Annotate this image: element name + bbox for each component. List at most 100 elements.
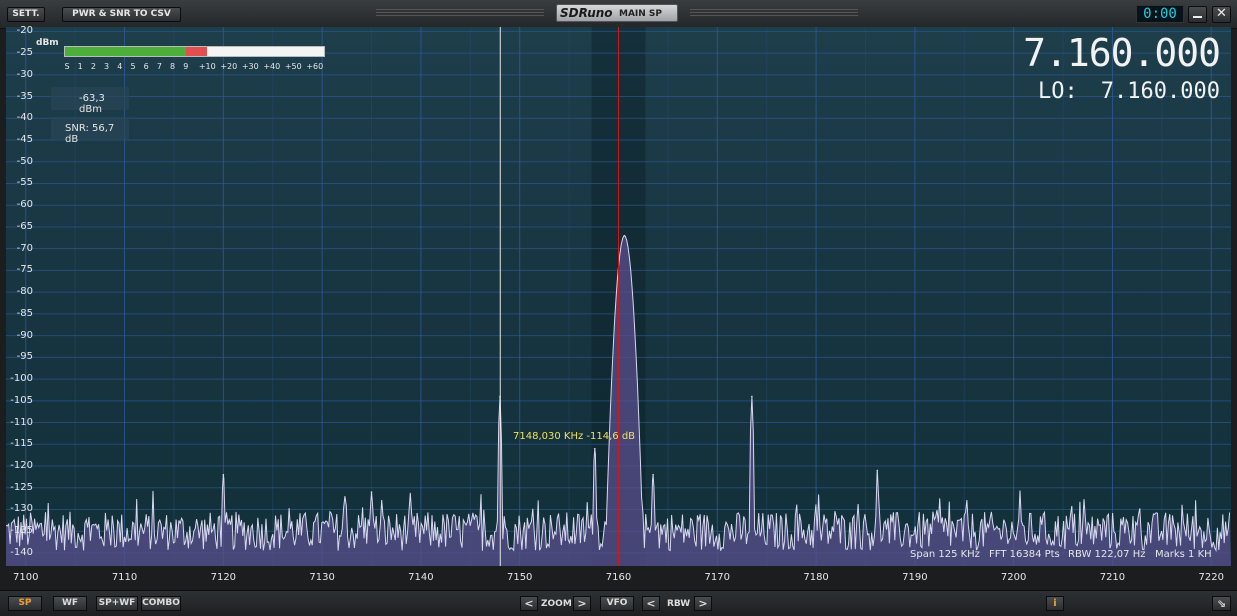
drag-grip-right[interactable] [690,9,858,17]
peak-point [370,491,373,493]
smeter-scale-label: 4 [117,62,123,71]
y-tick-label: -25 [16,47,33,59]
x-tick-label: 7210 [1099,572,1126,583]
y-tick-label: -115 [10,438,33,450]
zoom-label: ZOOM [541,599,572,609]
smeter-scale-label: 2 [90,62,96,71]
smeter-scale-label: +50 [284,62,302,71]
x-tick-label: 7110 [111,572,138,583]
y-tick-label: -65 [16,220,33,232]
y-tick-label: -75 [16,264,33,276]
rbw-label: RBW [667,599,691,609]
y-tick-label: -110 [10,416,33,428]
rbw-status: RBW 122,07 Hz [1068,549,1146,560]
y-tick-label: -140 [10,546,33,558]
y-tick-label: -120 [10,460,33,472]
sp-mode-button[interactable]: SP [8,596,42,611]
combo-mode-button[interactable]: COMBO [141,596,181,611]
x-tick-label: 7200 [1000,572,1027,583]
power-box: -63,3 dBm [51,87,129,115]
smeter-scale-label: 3 [104,62,110,71]
y-tick-label: -35 [16,90,33,102]
x-tick-label: 7190 [902,572,928,583]
x-tick-label: 7130 [309,572,335,583]
y-tick-label: -105 [10,394,33,406]
x-tick-label: 7220 [1198,572,1224,583]
info-button[interactable]: i [1046,596,1064,611]
spectrum-plot[interactable] [6,27,1231,566]
close-button[interactable]: ✕ [1212,6,1231,23]
rbw-next-button[interactable]: > [694,596,712,611]
y-tick-label: -20 [16,25,33,37]
peak-point [751,395,753,398]
resize-icon: ⇘ [1216,597,1227,610]
lo-readout[interactable]: 7.160.000 [1080,80,1220,104]
app-logo: SDRuno [560,6,613,20]
peak-point [876,469,879,472]
x-tick-label: 7150 [506,572,533,583]
smeter-scale-label: 7 [156,62,162,71]
snr-readout: SNR: 56,7 dB [65,123,115,145]
y-tick-label: -45 [16,134,33,146]
zoom-out-button[interactable]: < [520,596,538,611]
y-tick-label: -130 [10,503,33,515]
drag-grip-left[interactable] [376,9,544,17]
settings-button[interactable]: SETT. [7,7,45,22]
smeter-level [65,47,186,56]
clock-display: 0:00 [1136,5,1184,23]
resize-button[interactable]: ⇘ [1212,596,1231,611]
y-tick-label: -135 [10,525,33,537]
frequency-readout[interactable]: 7.160.000 [1000,32,1221,74]
smeter-scale-label: 6 [143,62,149,71]
zoom-in-button[interactable]: > [573,596,591,611]
smeter-scale-label: 1 [77,62,83,71]
lo-label: LO: [1038,79,1078,104]
smeter-overload [185,47,208,56]
peak-point [593,447,596,450]
y-tick-label: -40 [16,112,33,124]
smeter-scale-label: 5 [130,62,136,71]
vfo-button[interactable]: VFO [600,596,634,611]
rbw-prev-button[interactable]: < [642,596,660,611]
smeter-bar [64,46,325,57]
y-tick-label: -85 [16,307,33,319]
y-tick-label: -125 [10,481,33,493]
smeter-scale-label: +30 [241,62,259,71]
minimize-button[interactable] [1188,6,1207,23]
smeter-scale-label: +40 [263,62,281,71]
smeter-scale: S 1 2 3 4 5 6 7 8 9 +10 +20 +30 +40 +50 +60 [64,62,325,72]
y-tick-label: -60 [16,199,33,211]
y-tick-label: -70 [16,242,33,254]
smeter-scale-label: +60 [306,62,324,71]
x-tick-label: 7160 [605,572,632,583]
y-tick-label: -30 [16,68,33,80]
span-status: Span 125 KHz [910,549,980,560]
y-tick-label: -50 [16,155,33,167]
spectrum-svg [6,27,1231,566]
x-tick-label: 7180 [803,572,829,583]
smeter-scale-label: 9 [183,62,189,71]
smeter-unit: dBm [36,38,59,48]
panel-title: MAIN SP [619,9,663,19]
export-csv-button[interactable]: PWR & SNR TO CSV [62,7,181,22]
smeter-scale-label: 8 [170,62,176,71]
x-tick-label: 7140 [408,572,434,583]
peak-point [623,234,626,237]
y-tick-label: -80 [16,286,33,298]
x-tick-label: 7120 [210,572,237,583]
fft-status: FFT 16384 Pts [989,549,1060,560]
y-tick-label: -95 [16,351,33,363]
window-title: SDRuno MAIN SP [556,4,678,22]
y-tick-label: -100 [10,373,33,385]
wf-mode-button[interactable]: WF [53,596,87,611]
marks-status: Marks 1 KH [1155,549,1212,560]
snr-box: SNR: 56,7 dB [51,117,129,145]
smeter-scale-label: S [64,62,70,71]
smeter-scale-label: +10 [198,62,216,71]
spwf-mode-button[interactable]: SP+WF [96,596,138,611]
close-icon: ✕ [1216,6,1227,21]
peak-point [222,473,225,476]
x-tick-label: 7170 [704,572,730,583]
y-tick-label: -55 [16,177,33,189]
y-tick-label: -90 [16,329,33,341]
